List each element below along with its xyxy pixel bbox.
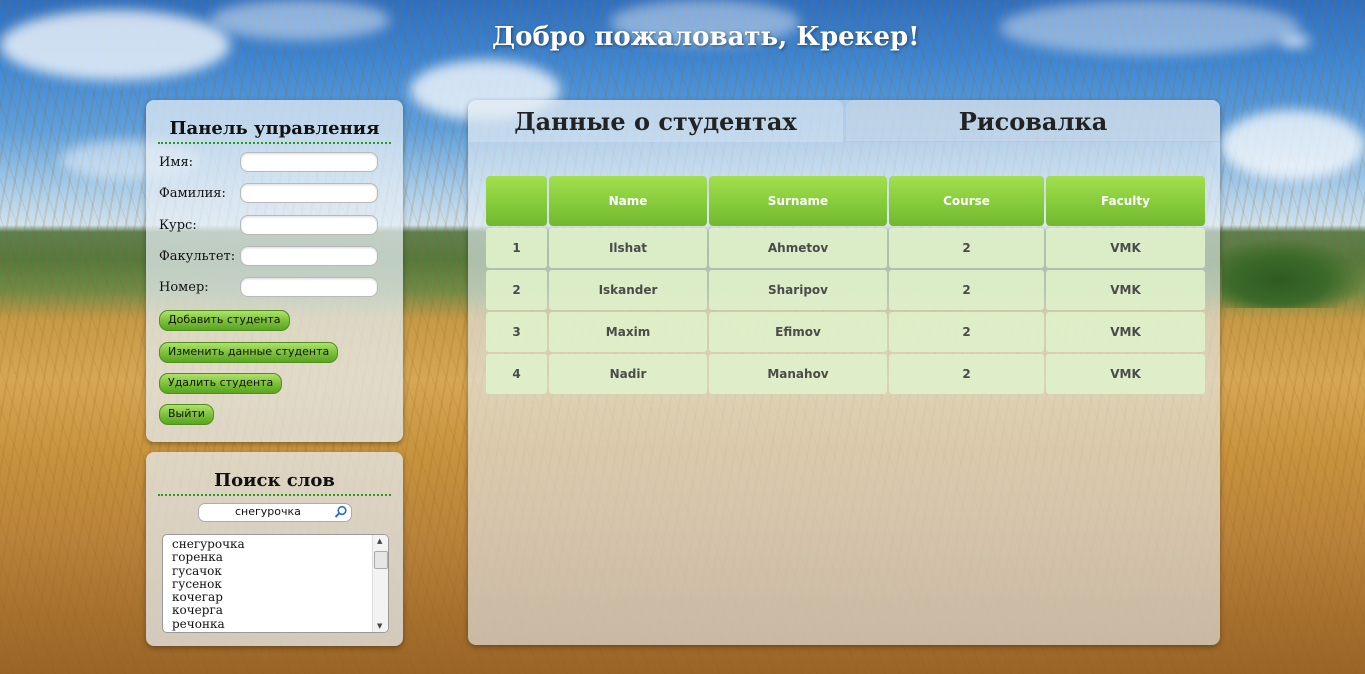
table-cell: VMK: [1046, 312, 1205, 352]
table-cell: Nadir: [549, 354, 707, 394]
cloud-decoration: [1220, 110, 1365, 180]
list-item[interactable]: горенка: [172, 550, 245, 564]
list-item[interactable]: гусачок: [172, 564, 245, 578]
list-scrollbar[interactable]: ▲ ▼: [372, 535, 388, 632]
table-cell: Sharipov: [709, 270, 887, 310]
table-cell: Manahov: [709, 354, 887, 394]
faculty-input[interactable]: [240, 246, 378, 266]
column-header-name: Name: [549, 176, 707, 226]
surname-input[interactable]: [240, 183, 378, 203]
column-header-faculty: Faculty: [1046, 176, 1205, 226]
tab-student-data[interactable]: Данные о студентах: [468, 100, 843, 142]
first-name-row: Имя:: [159, 152, 399, 174]
search-icon[interactable]: [334, 505, 348, 519]
table-cell: 2: [486, 270, 547, 310]
scroll-up-icon[interactable]: ▲: [377, 537, 382, 545]
scroll-down-icon[interactable]: ▼: [377, 622, 382, 630]
table-cell: VMK: [1046, 228, 1205, 268]
list-item[interactable]: гусенок: [172, 577, 245, 591]
column-header-surname: Surname: [709, 176, 887, 226]
edit-student-button[interactable]: Изменить данные студента: [159, 342, 339, 363]
table-cell: 3: [486, 312, 547, 352]
table-cell: 1: [486, 228, 547, 268]
number-input[interactable]: [240, 277, 378, 297]
logout-button[interactable]: Выйти: [159, 404, 214, 425]
first-name-input[interactable]: [240, 152, 378, 172]
word-search-query: снегурочка: [235, 505, 301, 518]
list-item[interactable]: кочерга: [172, 604, 245, 618]
table-cell: VMK: [1046, 270, 1205, 310]
surname-row: Фамилия:: [159, 183, 399, 205]
table-row[interactable]: 2 Iskander Sharipov 2 VMK: [486, 270, 1205, 310]
add-student-button[interactable]: Добавить студента: [159, 310, 290, 331]
table-cell: Ilshat: [549, 228, 707, 268]
table-cell: VMK: [1046, 354, 1205, 394]
first-name-label: Имя:: [159, 155, 194, 170]
faculty-label: Факультет:: [159, 249, 236, 264]
column-header-index: [486, 176, 547, 226]
word-results-items: снегурочка горенка гусачок гусенок кочег…: [172, 537, 245, 631]
table-cell: 2: [889, 228, 1044, 268]
welcome-heading: Добро пожаловать, Крекер!: [492, 22, 920, 52]
table-cell: Iskander: [549, 270, 707, 310]
scrollbar-thumb[interactable]: [374, 551, 388, 569]
cloud-decoration: [0, 10, 230, 80]
table-row[interactable]: 3 Maxim Efimov 2 VMK: [486, 312, 1205, 352]
table-cell: 4: [486, 354, 547, 394]
table-cell: Maxim: [549, 312, 707, 352]
table-cell: 2: [889, 354, 1044, 394]
column-header-course: Course: [889, 176, 1044, 226]
table-cell: 2: [889, 270, 1044, 310]
table-cell: Efimov: [709, 312, 887, 352]
delete-student-button[interactable]: Удалить студента: [159, 373, 283, 394]
tree-line-decoration: [1222, 238, 1365, 308]
number-label: Номер:: [159, 280, 209, 295]
list-item[interactable]: снегурочка: [172, 537, 245, 551]
list-item[interactable]: речонка: [172, 617, 245, 631]
list-item[interactable]: кочегар: [172, 590, 245, 604]
word-results-list[interactable]: снегурочка горенка гусачок гусенок кочег…: [162, 534, 389, 633]
word-search-panel: Поиск слов снегурочка снегурочка горенка…: [146, 452, 403, 646]
cloud-decoration: [1000, 0, 1300, 55]
cloud-decoration: [1280, 35, 1310, 47]
faculty-row: Факультет:: [159, 246, 399, 268]
main-panel: Данные о студентах Рисовалка Name Surnam…: [468, 100, 1220, 645]
table-row[interactable]: 4 Nadir Manahov 2 VMK: [486, 354, 1205, 394]
surname-label: Фамилия:: [159, 186, 226, 201]
word-search-input[interactable]: снегурочка: [198, 503, 352, 522]
number-row: Номер:: [159, 277, 399, 299]
course-label: Курс:: [159, 218, 197, 233]
cloud-decoration: [210, 0, 390, 40]
control-panel-title: Панель управления: [158, 118, 391, 144]
students-table: Name Surname Course Faculty 1 Ilshat Ahm…: [484, 174, 1207, 396]
word-search-title: Поиск слов: [158, 470, 391, 496]
course-row: Курс:: [159, 215, 399, 237]
table-row[interactable]: 1 Ilshat Ahmetov 2 VMK: [486, 228, 1205, 268]
course-input[interactable]: [240, 215, 378, 235]
tab-drawing[interactable]: Рисовалка: [846, 100, 1220, 142]
control-panel: Панель управления Имя: Фамилия: Курс: Фа…: [146, 100, 403, 442]
table-header-row: Name Surname Course Faculty: [486, 176, 1205, 226]
table-cell: Ahmetov: [709, 228, 887, 268]
table-cell: 2: [889, 312, 1044, 352]
